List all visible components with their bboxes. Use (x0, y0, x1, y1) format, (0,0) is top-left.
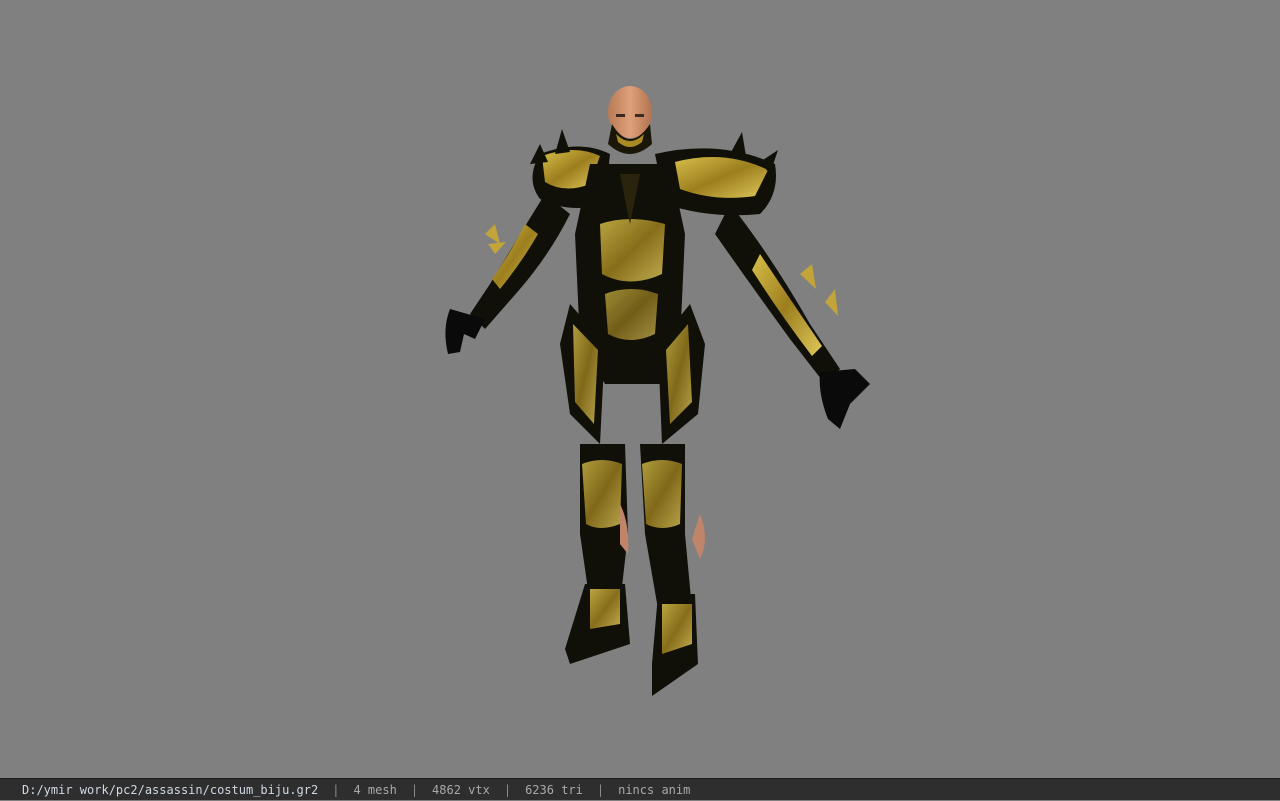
vertex-count: 4862 vtx (432, 783, 490, 797)
left-leg (565, 444, 630, 664)
status-bar: D:/ymir work/pc2/assassin/costum_biju.gr… (0, 778, 1280, 800)
head (608, 86, 652, 154)
file-path: D:/ymir work/pc2/assassin/costum_biju.gr… (22, 783, 319, 797)
separator: | (410, 783, 419, 797)
separator: | (503, 783, 512, 797)
right-arm (715, 204, 870, 429)
left-arm (445, 194, 570, 354)
character-model[interactable] (430, 84, 890, 704)
right-leg (640, 444, 705, 696)
3d-viewport[interactable] (0, 0, 1280, 778)
mesh-count: 4 mesh (353, 783, 397, 797)
triangle-count: 6236 tri (525, 783, 583, 797)
separator: | (596, 783, 605, 797)
anim-status: nincs anim (618, 783, 691, 797)
separator: | (332, 783, 340, 797)
